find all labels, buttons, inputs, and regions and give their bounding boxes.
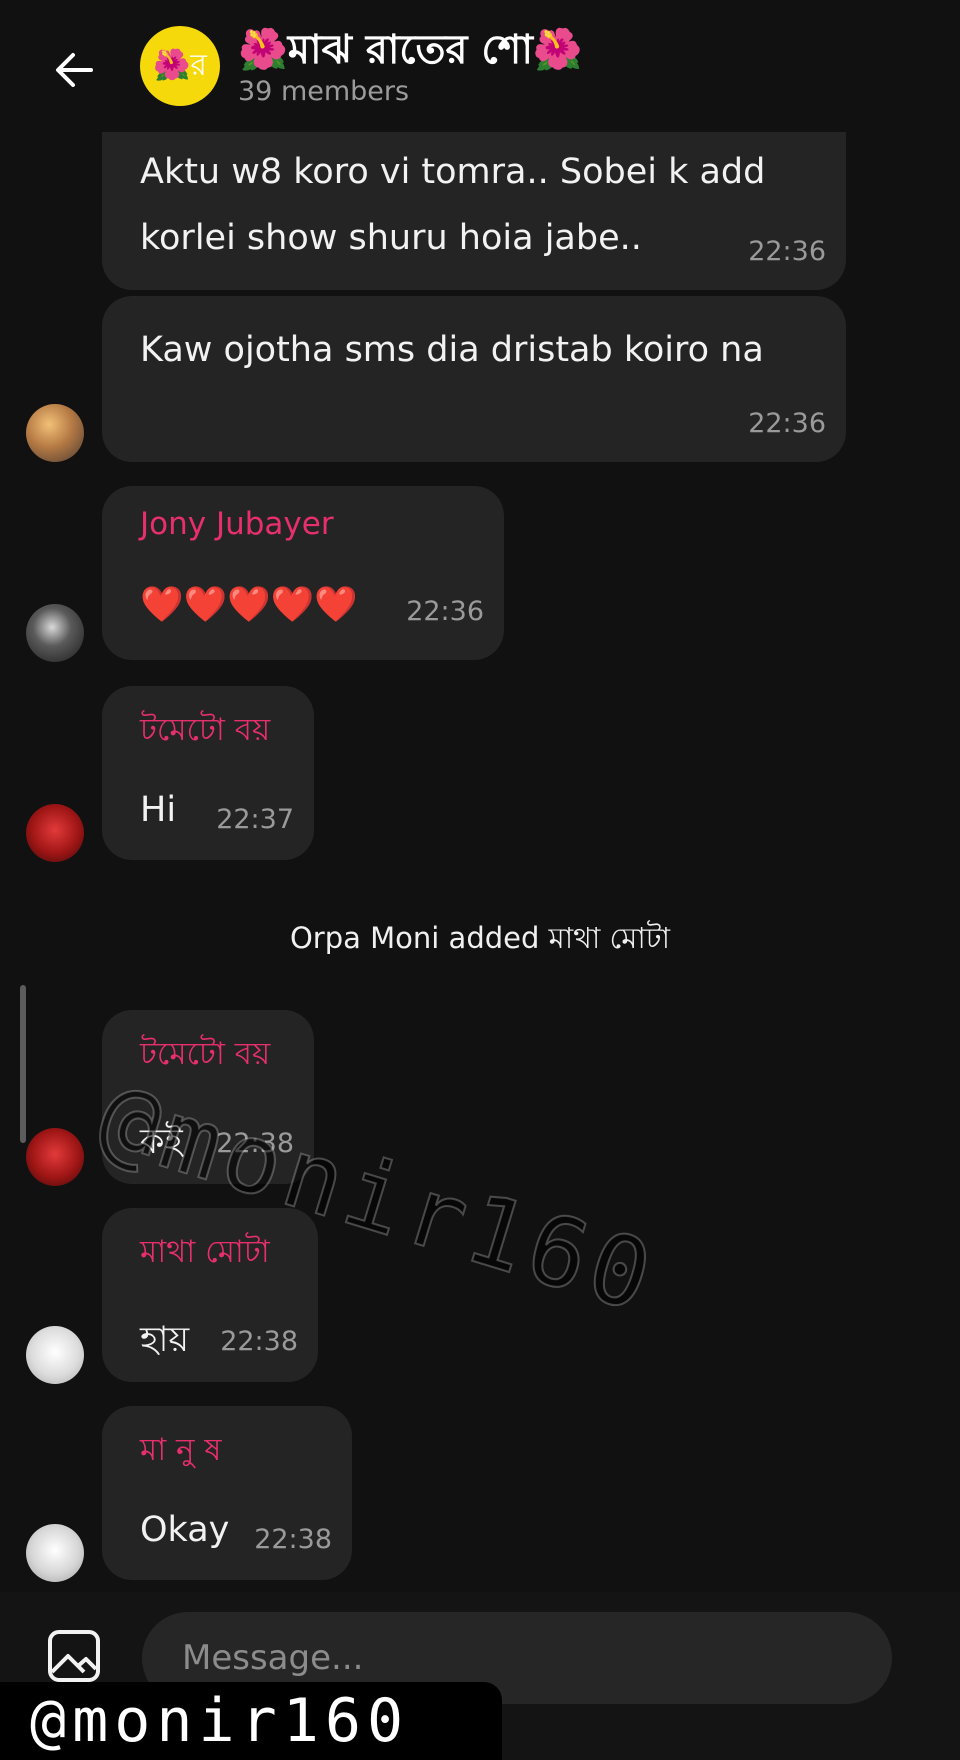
sender-name[interactable]: টমেটো বয় [140, 1030, 270, 1082]
message-bubble[interactable]: টমেটো বয় কই 22:38 [102, 1010, 314, 1184]
sender-avatar[interactable] [26, 1326, 84, 1384]
sender-avatar[interactable] [26, 604, 84, 662]
chat-header: 🌺র 🌺মাঝ রাতের শো🌺 39 members [0, 0, 960, 130]
message-text: korlei show shuru hoia jabe.. [140, 218, 642, 258]
message-text: Okay [140, 1510, 230, 1550]
sender-name[interactable]: মাথা মোটা [140, 1228, 270, 1280]
message-text: Hi [140, 790, 177, 830]
message-bubble[interactable]: Kaw ojotha sms dia dristab koiro na 22:3… [102, 296, 846, 462]
message-bubble[interactable]: Aktu w8 koro vi tomra.. Sobei k add korl… [102, 132, 846, 290]
message-time: 22:38 [216, 1128, 294, 1159]
message-text: ❤️❤️❤️❤️❤️ [140, 585, 358, 625]
message-time: 22:36 [748, 408, 826, 439]
message-text: Kaw ojotha sms dia dristab koiro na [140, 330, 764, 370]
message-bubble[interactable]: Jony Jubayer ❤️❤️❤️❤️❤️ 22:36 [102, 486, 504, 660]
watermark-text: @monir160 [30, 1686, 410, 1756]
sender-avatar[interactable] [26, 1524, 84, 1582]
message-time: 22:37 [216, 804, 294, 835]
chat-screen: 🌺র 🌺মাঝ রাতের শো🌺 39 members Aktu w8 kor… [0, 0, 960, 1760]
attach-image-button[interactable] [44, 1626, 104, 1686]
group-avatar[interactable]: 🌺র [140, 26, 220, 106]
member-count: 39 members [238, 76, 410, 107]
sender-avatar[interactable] [26, 1128, 84, 1186]
message-text: কই [140, 1122, 183, 1162]
watermark-label: @monir160 [0, 1682, 502, 1760]
message-text: হায় [140, 1320, 190, 1360]
back-button[interactable] [44, 40, 104, 100]
message-bubble[interactable]: মা নু ষ Okay 22:38 [102, 1406, 352, 1580]
message-text: Aktu w8 koro vi tomra.. Sobei k add [140, 152, 766, 192]
image-icon [48, 1630, 100, 1682]
message-time: 22:38 [254, 1524, 332, 1555]
scrollbar[interactable] [20, 985, 26, 1143]
message-time: 22:36 [748, 236, 826, 267]
sender-name[interactable]: মা নু ষ [140, 1426, 222, 1478]
message-bubble[interactable]: টমেটো বয় Hi 22:37 [102, 686, 314, 860]
back-arrow-icon [56, 53, 93, 87]
message-time: 22:36 [406, 596, 484, 627]
sender-name[interactable]: Jony Jubayer [140, 506, 334, 542]
group-avatar-label: 🌺র [153, 47, 207, 83]
sender-avatar[interactable] [26, 804, 84, 862]
group-title[interactable]: 🌺মাঝ রাতের শো🌺 [238, 18, 583, 85]
sender-avatar[interactable] [26, 404, 84, 462]
message-time: 22:38 [220, 1326, 298, 1357]
system-message: Orpa Moni added মাথা মোটা [289, 921, 671, 955]
message-bubble[interactable]: মাথা মোটা হায় 22:38 [102, 1208, 318, 1382]
sender-name[interactable]: টমেটো বয় [140, 706, 270, 758]
